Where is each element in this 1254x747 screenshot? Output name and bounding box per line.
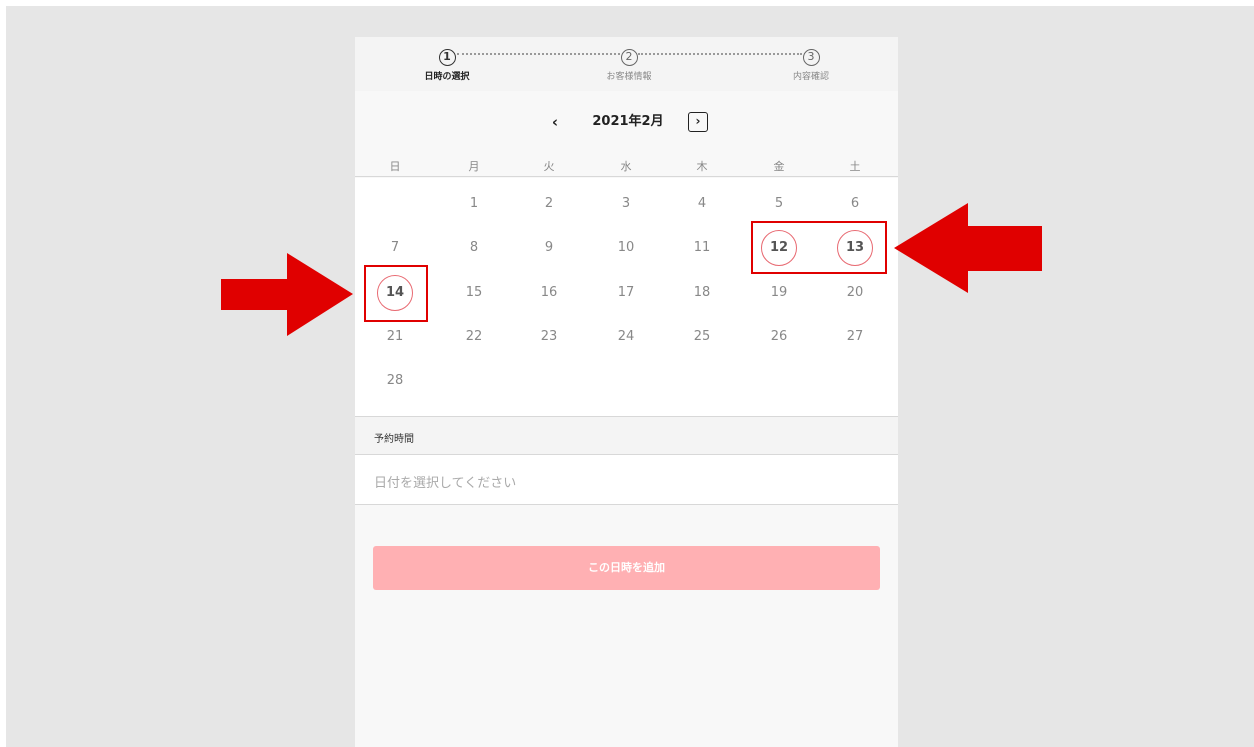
time-section-header: 予約時間	[355, 417, 898, 455]
calendar-day: 7	[390, 240, 400, 255]
calendar-day: 11	[693, 240, 711, 255]
step-1-number: 1	[438, 49, 456, 66]
month-title: 2021年2月	[592, 114, 664, 129]
calendar-day: 25	[693, 329, 711, 344]
calendar-grid: 1 2 3 4 5 6 7 8 9 10 11 12 13 14 15 16 17 18 19 20 21 22 23 24 2…	[355, 178, 898, 417]
arrow-right-icon	[221, 253, 353, 336]
highlight-box-12-13	[751, 221, 887, 274]
step-1-label: 日時の選択	[424, 72, 470, 82]
time-placeholder: 日付を選択してください	[374, 476, 517, 491]
calendar-day: 17	[617, 285, 635, 300]
calendar-day: 5	[774, 196, 784, 211]
chevron-left-icon: ‹	[551, 113, 559, 131]
progress-steps: 1 日時の選択 2 お客様情報 3 内容確認	[355, 37, 898, 91]
calendar-day: 28	[386, 373, 404, 388]
chevron-right-icon: ›	[695, 114, 701, 128]
step-3-number: 3	[802, 49, 820, 66]
highlight-box-14	[364, 265, 428, 322]
calendar-day: 18	[693, 285, 711, 300]
calendar-day: 20	[846, 285, 864, 300]
calendar-day: 1	[469, 196, 479, 211]
step-2-number: 2	[620, 49, 638, 66]
calendar-day: 16	[540, 285, 558, 300]
calendar-day: 6	[850, 196, 860, 211]
weekday-label: 木	[696, 160, 708, 173]
calendar-day: 27	[846, 329, 864, 344]
add-datetime-button[interactable]: この日時を追加	[373, 546, 880, 590]
weekday-label: 水	[620, 160, 632, 173]
calendar-day: 24	[617, 329, 635, 344]
calendar-day: 3	[621, 196, 631, 211]
calendar-day: 19	[770, 285, 788, 300]
step-2-label: お客様情報	[606, 72, 652, 82]
calendar-day: 22	[465, 329, 483, 344]
step-1: 1 日時の選択	[397, 45, 497, 82]
step-3-label: 内容確認	[792, 72, 829, 82]
weekday-label: 金	[773, 160, 785, 173]
step-2: 2 お客様情報	[579, 45, 679, 82]
arrow-left-icon	[894, 203, 1042, 293]
calendar-day: 23	[540, 329, 558, 344]
weekday-label: 月	[468, 160, 480, 173]
weekday-label: 火	[543, 160, 555, 173]
calendar-day: 15	[465, 285, 483, 300]
calendar-day: 26	[770, 329, 788, 344]
time-label: 予約時間	[374, 434, 414, 445]
step-3: 3 内容確認	[761, 45, 861, 82]
weekday-label: 土	[849, 160, 861, 173]
calendar-day: 21	[386, 329, 404, 344]
calendar-day: 9	[544, 240, 554, 255]
weekday-label: 日	[389, 160, 401, 173]
time-select-field[interactable]: 日付を選択してください	[355, 455, 898, 505]
next-month-button[interactable]: ›	[688, 112, 708, 132]
calendar-header: ‹ 2021年2月 › 日 月 火 水 木 金 土	[355, 91, 898, 177]
calendar-day: 8	[469, 240, 479, 255]
calendar-day: 2	[544, 196, 554, 211]
calendar-day: 4	[697, 196, 707, 211]
prev-month-button[interactable]: ‹	[547, 113, 563, 131]
calendar-day: 10	[617, 240, 635, 255]
booking-panel: 1 日時の選択 2 お客様情報 3 内容確認 ‹ 2021年2月 › 日 月 火 水 木…	[355, 37, 898, 747]
